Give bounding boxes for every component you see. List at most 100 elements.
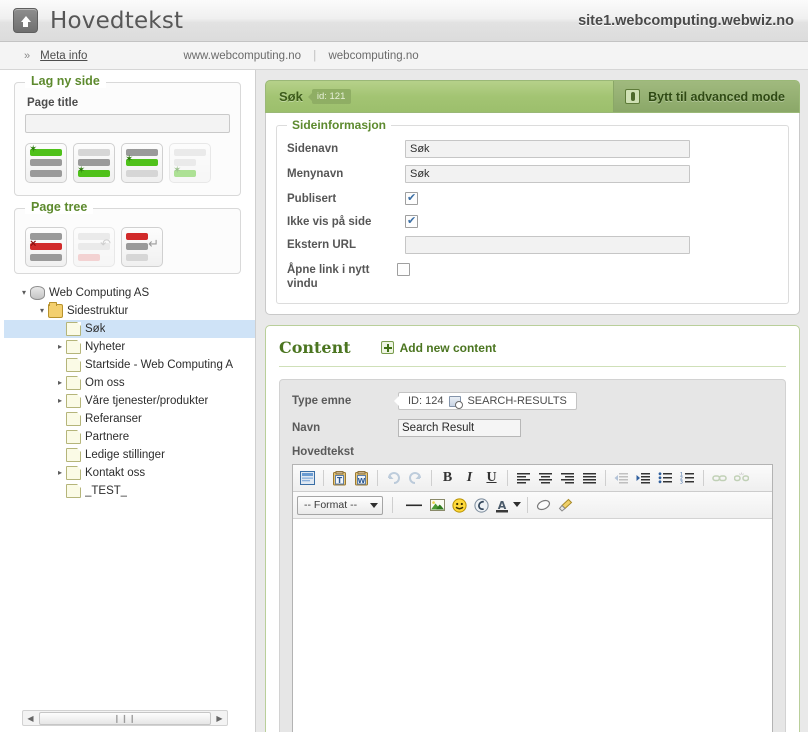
- page-icon: [66, 339, 81, 354]
- scroll-left-arrow-icon[interactable]: ◀: [23, 711, 38, 725]
- field-row-sidenavn: Sidenavn: [287, 140, 778, 158]
- undo-icon[interactable]: [383, 468, 404, 488]
- tree-node-nyheter[interactable]: ▸ Nyheter: [4, 338, 255, 356]
- twisty-icon[interactable]: ▸: [54, 396, 66, 405]
- tree-node-vare-tjenester[interactable]: ▸ Våre tjenester/produkter: [4, 392, 255, 410]
- format-dropdown[interactable]: -- Format --: [297, 495, 383, 515]
- sidebar: Lag ny side Page title ✶ ✶ ✶ ✶ Page tree…: [0, 70, 256, 732]
- outdent-icon[interactable]: [611, 468, 632, 488]
- insert-image-icon[interactable]: [427, 495, 448, 515]
- redo-icon[interactable]: [405, 468, 426, 488]
- navn-field[interactable]: [398, 419, 521, 437]
- bold-icon[interactable]: B: [437, 468, 458, 488]
- tree-node-label: Våre tjenester/produkter: [85, 394, 209, 407]
- template-picker: [25, 142, 230, 183]
- remove-format-icon[interactable]: [533, 495, 554, 515]
- url-divider: |: [313, 49, 317, 62]
- insert-smiley-icon[interactable]: [449, 495, 470, 515]
- tree-node-test[interactable]: _TEST_: [4, 482, 255, 500]
- breadcrumb: » Meta info www.webcomputing.no | webcom…: [0, 42, 808, 70]
- field-row-ikke-vis: Ikke vis på side: [287, 213, 778, 229]
- paste-as-plain-text-icon[interactable]: T: [329, 468, 350, 488]
- copy-page-button[interactable]: ↶: [73, 226, 115, 267]
- link-icon[interactable]: [709, 468, 730, 488]
- type-emne-label: Type emne: [292, 395, 352, 407]
- numbered-list-icon[interactable]: 123: [677, 468, 698, 488]
- page-icon: [66, 465, 81, 480]
- new-page-legend: Lag ny side: [25, 74, 106, 88]
- tree-horizontal-scrollbar[interactable]: ◀ ❙❙❙ ▶: [22, 710, 228, 726]
- twisty-icon[interactable]: ▾: [18, 288, 30, 297]
- home-up-arrow-icon[interactable]: [13, 8, 38, 33]
- tree-node-sok[interactable]: Søk: [4, 319, 255, 338]
- underline-icon[interactable]: U: [481, 468, 502, 488]
- align-right-icon[interactable]: [557, 468, 578, 488]
- field-row-ekstern-url: Ekstern URL: [287, 236, 778, 254]
- unlink-icon[interactable]: [731, 468, 752, 488]
- template-nested-button[interactable]: [169, 142, 211, 183]
- insert-flash-icon[interactable]: [471, 495, 492, 515]
- indent-icon[interactable]: [633, 468, 654, 488]
- page-tree-actions: ↶ ↵: [25, 226, 230, 267]
- svg-text:T: T: [337, 475, 343, 484]
- paste-from-word-icon[interactable]: W: [351, 468, 372, 488]
- url-secondary: webcomputing.no: [328, 49, 419, 62]
- content-type-chip[interactable]: ID: 124 SEARCH-RESULTS: [394, 392, 577, 410]
- twisty-icon[interactable]: ▸: [54, 342, 66, 351]
- template-two-column-button[interactable]: [121, 142, 163, 183]
- page-tree-panel: Page tree ↶ ↵: [14, 199, 241, 274]
- horizontal-rule-icon[interactable]: [402, 495, 426, 515]
- menynavn-field[interactable]: [405, 165, 690, 183]
- tree-node-partnere[interactable]: Partnere: [4, 428, 255, 446]
- tree-node-ledige-stillinger[interactable]: Ledige stillinger: [4, 446, 255, 464]
- toolbar-separator: [323, 470, 324, 486]
- svg-text:W: W: [358, 476, 366, 484]
- switch-advanced-mode-button[interactable]: Bytt til advanced mode: [613, 81, 799, 112]
- sidenavn-field[interactable]: [405, 140, 690, 158]
- text-color-icon[interactable]: A: [493, 495, 510, 515]
- ikke-vis-checkbox[interactable]: [405, 214, 418, 228]
- italic-icon[interactable]: I: [459, 468, 480, 488]
- twisty-icon[interactable]: ▸: [54, 468, 66, 477]
- delete-page-button[interactable]: [25, 226, 67, 267]
- tree-node-web-computing-as[interactable]: ▾ Web Computing AS: [4, 284, 255, 302]
- page-title-input[interactable]: [25, 113, 230, 133]
- scroll-right-arrow-icon[interactable]: ▶: [212, 711, 227, 725]
- text-color-caret-icon[interactable]: [511, 495, 522, 515]
- paintbrush-icon[interactable]: [555, 495, 576, 515]
- align-justify-icon[interactable]: [579, 468, 600, 488]
- template-one-column-top-button[interactable]: [25, 142, 67, 183]
- bulleted-list-icon[interactable]: [655, 468, 676, 488]
- tree-node-sidestruktur[interactable]: ▾ Sidestruktur: [4, 301, 255, 320]
- scrollbar-thumb[interactable]: ❙❙❙: [39, 711, 211, 725]
- ekstern-url-field[interactable]: [405, 236, 690, 254]
- svg-text:3: 3: [680, 480, 683, 485]
- switch-advanced-mode-label: Bytt til advanced mode: [648, 89, 785, 104]
- editor-content-area[interactable]: [293, 519, 772, 732]
- tree-node-startside[interactable]: Startside - Web Computing A: [4, 356, 255, 374]
- source-view-icon[interactable]: [297, 468, 318, 488]
- publisert-checkbox[interactable]: [405, 191, 418, 205]
- align-center-icon[interactable]: [535, 468, 556, 488]
- toolbar-separator: [605, 470, 606, 486]
- main-content: Søk id: 121 Bytt til advanced mode Sidei…: [257, 70, 808, 732]
- page-icon: [66, 447, 81, 462]
- tree-node-label: Web Computing AS: [49, 286, 150, 299]
- apne-link-checkbox[interactable]: [397, 263, 410, 276]
- field-row-apne-link: Åpne link i nytt vindu: [287, 261, 778, 291]
- tree-node-kontakt-oss[interactable]: ▸ Kontakt oss: [4, 464, 255, 482]
- section-title: Søk: [279, 89, 303, 104]
- template-one-column-bottom-button[interactable]: [73, 142, 115, 183]
- move-page-button[interactable]: ↵: [121, 226, 163, 267]
- meta-info-link[interactable]: Meta info: [40, 50, 87, 62]
- tree-node-om-oss[interactable]: ▸ Om oss: [4, 374, 255, 392]
- twisty-icon[interactable]: ▸: [54, 378, 66, 387]
- tree-node-referanser[interactable]: Referanser: [4, 410, 255, 428]
- twisty-icon[interactable]: ▾: [36, 306, 48, 315]
- page-icon: [66, 321, 81, 336]
- add-new-content-button[interactable]: Add new content: [380, 341, 496, 355]
- page-icon: [66, 483, 81, 498]
- align-left-icon[interactable]: [513, 468, 534, 488]
- toolbar-separator: [527, 497, 528, 513]
- folder-icon: [48, 301, 63, 318]
